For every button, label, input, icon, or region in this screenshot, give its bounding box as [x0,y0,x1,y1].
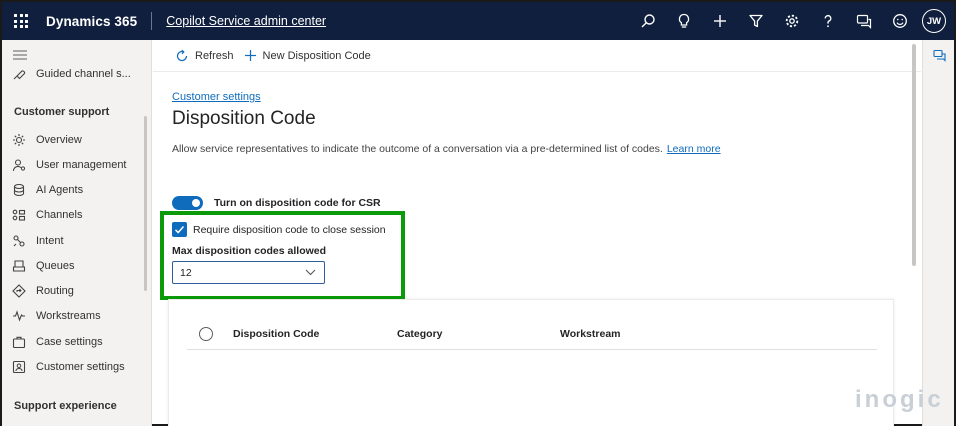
routing-icon [12,284,26,298]
lightbulb-icon[interactable] [666,2,702,40]
search-icon[interactable] [630,2,666,40]
column-header-category[interactable]: Category [397,328,443,340]
max-codes-label: Max disposition codes allowed [172,245,327,257]
grid-header: Disposition Code Category Workstream [187,320,877,350]
channels-icon [12,208,26,222]
overview-icon [12,133,26,147]
sidebar-item-label: Channels [36,209,83,221]
sidebar-scrollbar[interactable] [144,116,147,291]
learn-more-link[interactable]: Learn more [667,143,721,155]
sidebar-item-label: Customer settings [36,361,125,373]
sidebar-item-queues[interactable]: Queues [12,257,75,275]
breadcrumb-customer-settings[interactable]: Customer settings [172,91,261,103]
watermark-logo: inogic [855,386,944,413]
page-description: Allow service representatives to indicat… [172,143,721,155]
sidebar-item-label: Intent [36,235,64,247]
case-settings-icon [12,335,26,349]
gear-icon[interactable] [774,2,810,40]
column-header-disposition-code[interactable]: Disposition Code [233,328,319,340]
sidebar-item-label: User management [36,159,127,171]
checkbox-label: Require disposition code to close sessio… [193,224,386,236]
toggle-label: Turn on disposition code for CSR [214,197,381,209]
sidebar-item-label: Case settings [36,336,103,348]
select-all-radio[interactable] [199,327,213,341]
new-disposition-code-label: New Disposition Code [262,49,371,62]
disposition-code-grid: Disposition Code Category Workstream [168,299,894,426]
main-scrollbar[interactable] [912,44,916,266]
queues-icon [12,259,26,273]
max-codes-value: 12 [180,266,192,279]
sidebar-item-label: Overview [36,134,82,146]
chevron-down-icon [305,269,316,276]
plus-icon [244,49,257,62]
sidebar: Guided channel s... Customer support Ove… [2,40,152,426]
guided-channel-icon [12,67,26,81]
sidebar-item-ai-agents[interactable]: AI Agents [12,181,83,199]
app-launcher-icon[interactable] [14,14,28,28]
sidebar-item-case-settings[interactable]: Case settings [12,333,103,351]
smiley-icon[interactable] [882,2,918,40]
sidebar-item-intent[interactable]: Intent [12,232,64,250]
sidebar-item-channels[interactable]: Channels [12,206,82,224]
plus-icon[interactable] [702,2,738,40]
help-icon[interactable] [810,2,846,40]
topbar-divider [151,12,153,30]
user-avatar[interactable]: JW [922,9,946,33]
right-pane [922,40,954,426]
sidebar-item-guided-channel[interactable]: Guided channel s... [12,65,131,83]
sidebar-item-label: AI Agents [36,184,84,196]
page-title: Disposition Code [172,108,316,129]
command-bar: Refresh New Disposition Code [153,40,921,72]
user-management-icon [12,158,26,172]
checkmark-icon [174,226,185,234]
description-text: Allow service representatives to indicat… [172,143,663,155]
new-disposition-code-button[interactable]: New Disposition Code [244,40,381,72]
workstreams-icon [12,309,26,323]
app-name-link[interactable]: Copilot Service admin center [166,14,326,28]
refresh-icon [175,49,189,63]
top-bar: Dynamics 365 Copilot Service admin cente… [2,2,954,40]
sidebar-item-workstreams[interactable]: Workstreams [12,307,101,325]
disposition-code-toggle[interactable] [172,196,203,210]
sidebar-item-label: Queues [36,260,75,272]
max-codes-select[interactable]: 12 [172,261,325,284]
intent-icon [12,234,26,248]
sidebar-item-label: Workstreams [36,310,101,322]
sidebar-item-customer-settings[interactable]: Customer settings [12,358,125,376]
sidebar-item-label: Routing [36,285,74,297]
topbar-actions: JW [630,2,954,40]
sidebar-section-customer-support: Customer support [14,106,110,118]
sidebar-item-routing[interactable]: Routing [12,282,74,300]
sidebar-item-label: Guided channel s... [36,68,131,80]
sidebar-item-overview[interactable]: Overview [12,131,82,149]
refresh-label: Refresh [195,49,234,62]
column-header-workstream[interactable]: Workstream [560,328,621,340]
chat-icon[interactable] [846,2,882,40]
chat-icon[interactable] [933,49,946,62]
sidebar-item-user-management[interactable]: User management [12,156,127,174]
refresh-button[interactable]: Refresh [175,40,244,72]
ai-agents-icon [12,183,26,197]
filter-icon[interactable] [738,2,774,40]
sidebar-section-support-experience: Support experience [14,400,117,412]
hamburger-icon[interactable] [13,50,27,60]
customer-settings-icon [12,360,26,374]
require-disposition-checkbox[interactable] [172,222,187,237]
brand-name[interactable]: Dynamics 365 [46,14,137,29]
